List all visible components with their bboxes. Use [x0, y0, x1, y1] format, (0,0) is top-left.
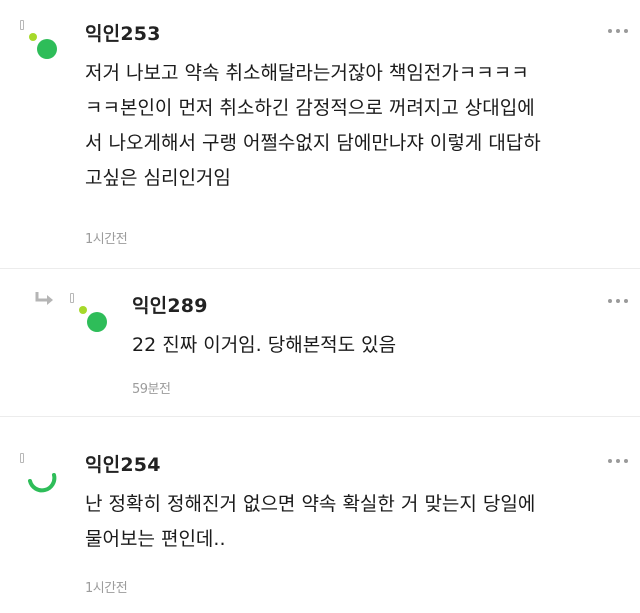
- username[interactable]: 익인253: [85, 19, 161, 46]
- more-options-icon[interactable]: [608, 28, 628, 34]
- more-options-icon[interactable]: [608, 298, 628, 304]
- avatar[interactable]: [20, 453, 60, 493]
- more-options-icon[interactable]: [608, 458, 628, 464]
- timestamp: 1시간전: [85, 232, 128, 247]
- comment-text: 난 정확히 정해진거 없으면 약속 확실한 거 맞는지 당일에 물어보는 편인데…: [85, 493, 536, 550]
- comment-text: 22 진짜 이거임. 당해본적도 있음: [132, 334, 397, 356]
- reply-comment-item: 익인289 22 진짜 이거임. 당해본적도 있음 59분전: [0, 269, 640, 416]
- username[interactable]: 익인254: [85, 450, 161, 477]
- comment-item: 익인253 저거 나보고 약속 취소해달라는거잖아 책임전가ㅋㅋㅋㅋ ㅋㅋ본인이…: [0, 0, 640, 268]
- avatar[interactable]: [20, 20, 60, 60]
- comment-text: 저거 나보고 약속 취소해달라는거잖아 책임전가ㅋㅋㅋㅋ ㅋㅋ본인이 먼저 취소…: [85, 62, 541, 189]
- timestamp: 59분전: [132, 382, 171, 397]
- comment-item: 익인254 난 정확히 정해진거 없으면 약속 확실한 거 맞는지 당일에 물어…: [0, 417, 640, 613]
- timestamp: 1시간전: [85, 581, 128, 596]
- reply-arrow-icon: [35, 292, 53, 305]
- avatar[interactable]: [70, 293, 110, 333]
- username[interactable]: 익인289: [132, 291, 208, 318]
